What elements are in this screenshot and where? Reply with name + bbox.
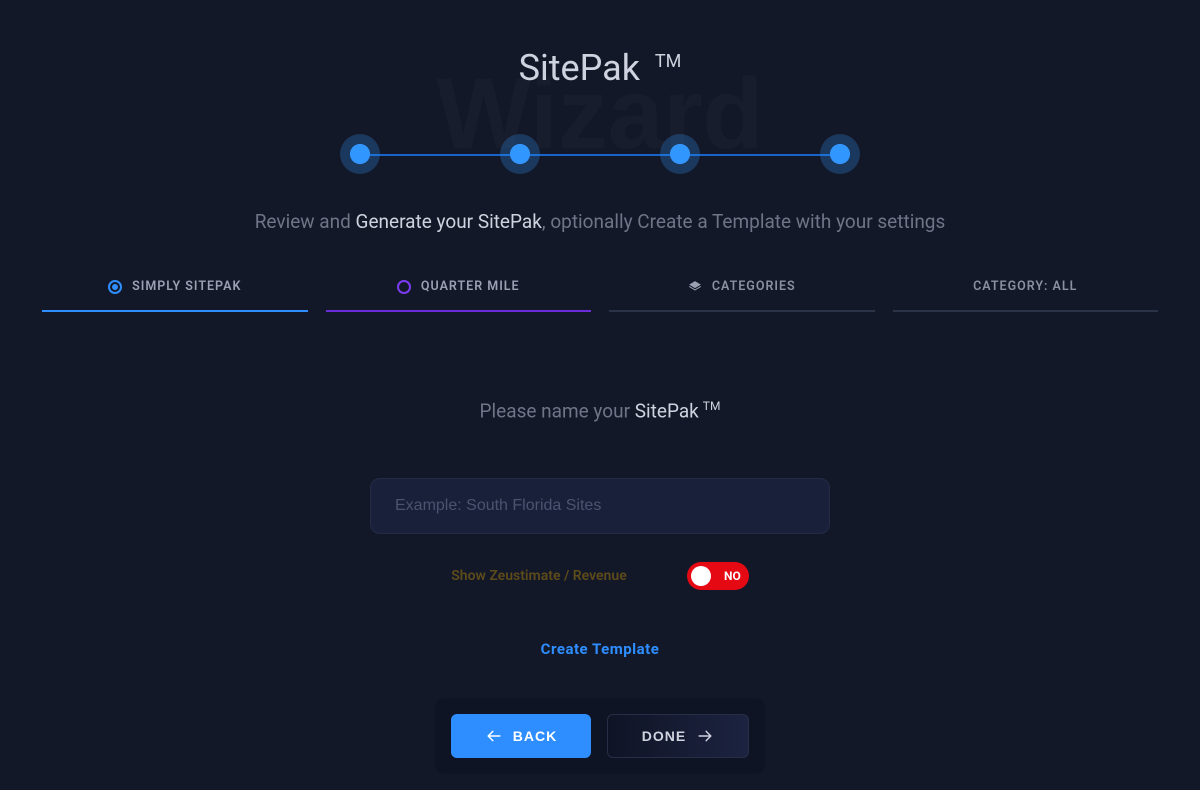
layers-icon [688, 280, 702, 294]
subtitle-pre: Review and [255, 210, 356, 233]
radio-filled-icon [108, 280, 122, 294]
tab-category-all[interactable]: CATEGORY: ALL [893, 279, 1159, 312]
form-area: Please name your SitePak TM Show Zeustima… [0, 399, 1200, 774]
subtitle-strong: Generate your SitePak [356, 210, 542, 233]
wizard-subtitle: Review and Generate your SitePak, option… [0, 210, 1200, 233]
stepper-step-3[interactable] [660, 134, 700, 174]
zeustimate-label: Show Zeustimate / Revenue [451, 568, 626, 584]
tab-quarter-mile[interactable]: QUARTER MILE [326, 279, 592, 312]
stepper-step-2[interactable] [500, 134, 540, 174]
toggle-state: NO [724, 569, 741, 583]
toggle-knob [691, 566, 711, 586]
sitepak-name-input[interactable] [370, 478, 830, 534]
zeustimate-toggle[interactable]: NO [687, 562, 749, 590]
done-button-label: DONE [642, 728, 686, 744]
back-button[interactable]: BACK [451, 714, 591, 758]
tab-label: QUARTER MILE [421, 279, 520, 294]
tab-label: CATEGORY: ALL [973, 279, 1077, 294]
tab-label: CATEGORIES [712, 279, 796, 294]
tab-categories[interactable]: CATEGORIES [609, 279, 875, 312]
page-title-text: SitePak [519, 47, 640, 89]
zeustimate-row: Show Zeustimate / Revenue NO [0, 562, 1200, 590]
subtitle-post: , optionally Create a Template with your… [542, 210, 945, 233]
stepper-step-1[interactable] [340, 134, 380, 174]
page-title-tm: TM [655, 51, 681, 72]
back-button-label: BACK [513, 728, 557, 744]
wizard-stepper [340, 134, 860, 174]
stepper-step-4[interactable] [820, 134, 860, 174]
prompt-pre: Please name your [480, 399, 635, 422]
done-button[interactable]: DONE [607, 714, 749, 758]
stepper-line [360, 154, 840, 156]
prompt-strong: SitePak [635, 399, 699, 422]
page-title: SitePak TM [0, 47, 1200, 89]
arrow-right-icon [696, 729, 714, 743]
prompt-tm: TM [703, 399, 721, 413]
create-template-link[interactable]: Create Template [541, 640, 660, 658]
summary-tabs: SIMPLY SITEPAK QUARTER MILE CATEGORIES C… [42, 279, 1158, 312]
tab-simply-sitepak[interactable]: SIMPLY SITEPAK [42, 279, 308, 312]
arrow-left-icon [485, 729, 503, 743]
tab-label: SIMPLY SITEPAK [132, 279, 241, 294]
name-prompt: Please name your SitePak TM [0, 399, 1200, 422]
radio-empty-icon [397, 280, 411, 294]
wizard-button-bar: BACK DONE [435, 698, 765, 774]
